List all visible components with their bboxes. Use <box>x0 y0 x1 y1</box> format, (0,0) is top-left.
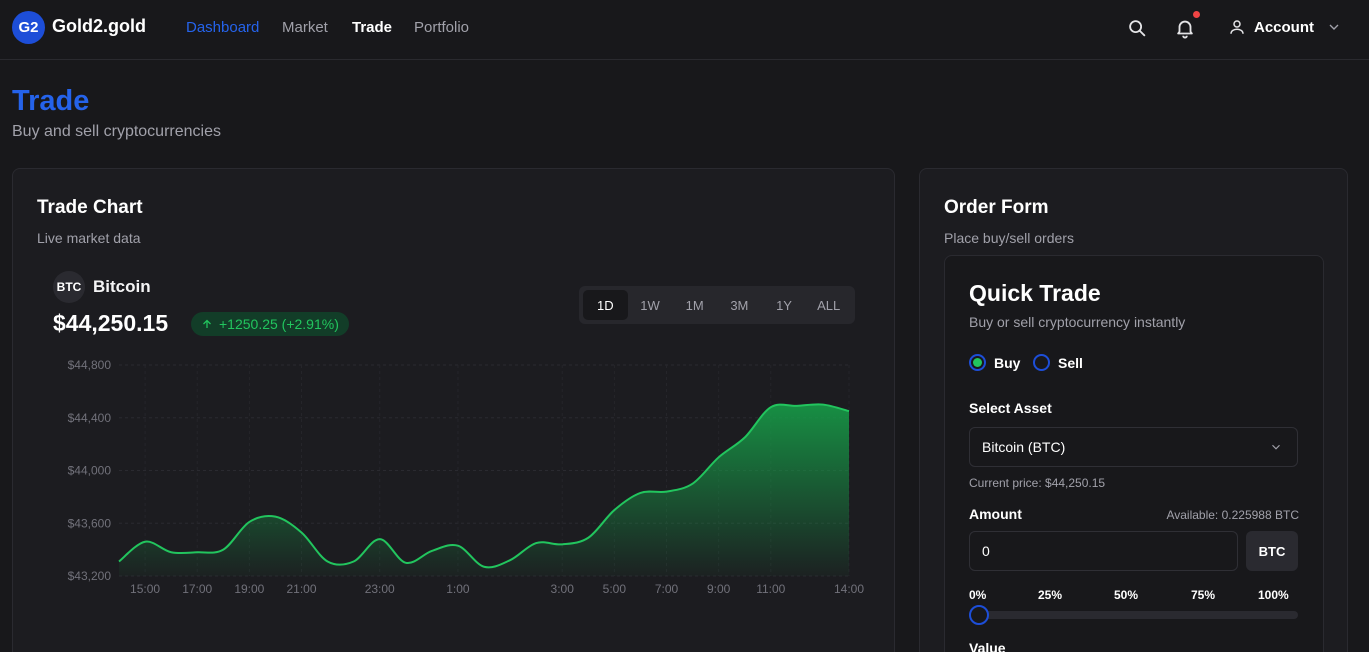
quick-trade-panel: Quick Trade Buy or sell cryptocurrency i… <box>944 255 1324 652</box>
value-label: Value <box>969 640 1006 652</box>
nav-trade[interactable]: Trade <box>352 19 392 36</box>
price-chart: $44,800 $44,400 $44,000 $43,600 $43,200 15:0… <box>68 358 865 596</box>
order-card-subtitle: Place buy/sell orders <box>944 230 1074 246</box>
x-tick-label: 1:00 <box>446 582 470 596</box>
range-1m[interactable]: 1M <box>672 290 717 320</box>
page-subtitle: Buy and sell cryptocurrencies <box>12 123 221 140</box>
arrow-up-icon <box>203 319 211 328</box>
radio-sell[interactable]: Sell <box>1033 354 1083 371</box>
amount-slider-thumb[interactable] <box>969 605 989 625</box>
asset-name: Bitcoin <box>93 277 151 296</box>
x-tick-label: 23:00 <box>365 582 395 596</box>
percent-50[interactable]: 50% <box>1114 588 1138 602</box>
y-tick-label: $44,400 <box>68 411 112 425</box>
amount-unit-button[interactable]: BTC <box>1246 531 1298 571</box>
available-balance: Available: 0.225988 BTC <box>1166 508 1299 522</box>
nav-market[interactable]: Market <box>282 19 328 36</box>
amount-label: Amount <box>969 506 1022 522</box>
x-tick-label: 11:00 <box>756 582 785 596</box>
bell-icon[interactable] <box>1174 17 1196 39</box>
time-range-selector: 1D 1W 1M 3M 1Y ALL <box>579 286 855 324</box>
chart-card-title: Trade Chart <box>37 197 143 218</box>
price-change-text: +1250.25 (+2.91%) <box>219 316 339 332</box>
select-asset-label: Select Asset <box>969 400 1052 416</box>
account-label: Account <box>1254 18 1314 36</box>
x-tick-label: 19:00 <box>234 582 264 596</box>
y-tick-label: $43,200 <box>68 569 112 583</box>
price-change-badge: +1250.25 (+2.91%) <box>191 312 349 336</box>
range-3m[interactable]: 3M <box>717 290 762 320</box>
order-card-title: Order Form <box>944 197 1049 218</box>
quick-trade-subtitle: Buy or sell cryptocurrency instantly <box>969 314 1186 330</box>
asset-select[interactable]: Bitcoin (BTC) <box>969 427 1298 467</box>
range-1y[interactable]: 1Y <box>762 290 807 320</box>
brand-name[interactable]: Gold2.gold <box>52 16 146 37</box>
nav-dashboard[interactable]: Dashboard <box>186 19 259 36</box>
range-1w[interactable]: 1W <box>628 290 673 320</box>
chevron-down-icon <box>1329 24 1339 30</box>
amount-slider-track[interactable] <box>969 611 1298 619</box>
radio-buy-circle[interactable] <box>969 354 986 371</box>
x-tick-label: 14:00 <box>834 582 864 596</box>
account-menu[interactable]: Account <box>1228 15 1342 39</box>
asset-price: $44,250.15 <box>53 310 169 336</box>
logo-badge[interactable]: G2 <box>12 11 45 44</box>
asset-badge: BTC <box>53 271 85 303</box>
y-tick-label: $43,600 <box>68 516 112 530</box>
x-tick-label: 7:00 <box>655 582 679 596</box>
x-tick-label: 9:00 <box>707 582 731 596</box>
radio-sell-label: Sell <box>1058 354 1083 371</box>
current-price-hint: Current price: $44,250.15 <box>969 476 1106 490</box>
chart-card-subtitle: Live market data <box>37 230 141 246</box>
radio-sell-circle[interactable] <box>1033 354 1050 371</box>
nav-portfolio[interactable]: Portfolio <box>414 19 469 36</box>
range-all[interactable]: ALL <box>806 290 851 320</box>
y-tick-label: $44,800 <box>68 358 112 372</box>
percent-75[interactable]: 75% <box>1191 588 1215 602</box>
x-tick-label: 15:00 <box>130 582 160 596</box>
x-tick-label: 21:00 <box>286 582 316 596</box>
page-title: Trade <box>12 85 90 117</box>
quick-trade-title: Quick Trade <box>969 280 1101 306</box>
percent-0[interactable]: 0% <box>969 588 986 602</box>
asset-select-value: Bitcoin (BTC) <box>982 439 1066 455</box>
radio-buy[interactable]: Buy <box>969 354 1020 371</box>
percent-25[interactable]: 25% <box>1038 588 1062 602</box>
y-tick-label: $44,000 <box>68 464 112 478</box>
amount-input[interactable] <box>969 531 1238 571</box>
percent-100[interactable]: 100% <box>1258 588 1289 602</box>
top-nav: G2 Gold2.gold Dashboard Market Trade Por… <box>0 0 1369 60</box>
trade-chart-card: Trade Chart Live market data BTC Bitcoin… <box>12 168 895 652</box>
range-1d[interactable]: 1D <box>583 290 628 320</box>
radio-buy-label: Buy <box>994 354 1021 371</box>
x-tick-label: 3:00 <box>551 582 575 596</box>
order-form-card: Order Form Place buy/sell orders Quick T… <box>919 168 1348 652</box>
user-icon <box>1230 20 1244 34</box>
chevron-down-icon <box>1272 444 1280 450</box>
search-icon[interactable] <box>1126 17 1148 39</box>
x-tick-label: 5:00 <box>603 582 627 596</box>
radio-selected-dot <box>973 358 982 367</box>
x-tick-label: 17:00 <box>182 582 212 596</box>
notification-dot <box>1193 11 1200 18</box>
price-area-fill <box>119 404 849 576</box>
